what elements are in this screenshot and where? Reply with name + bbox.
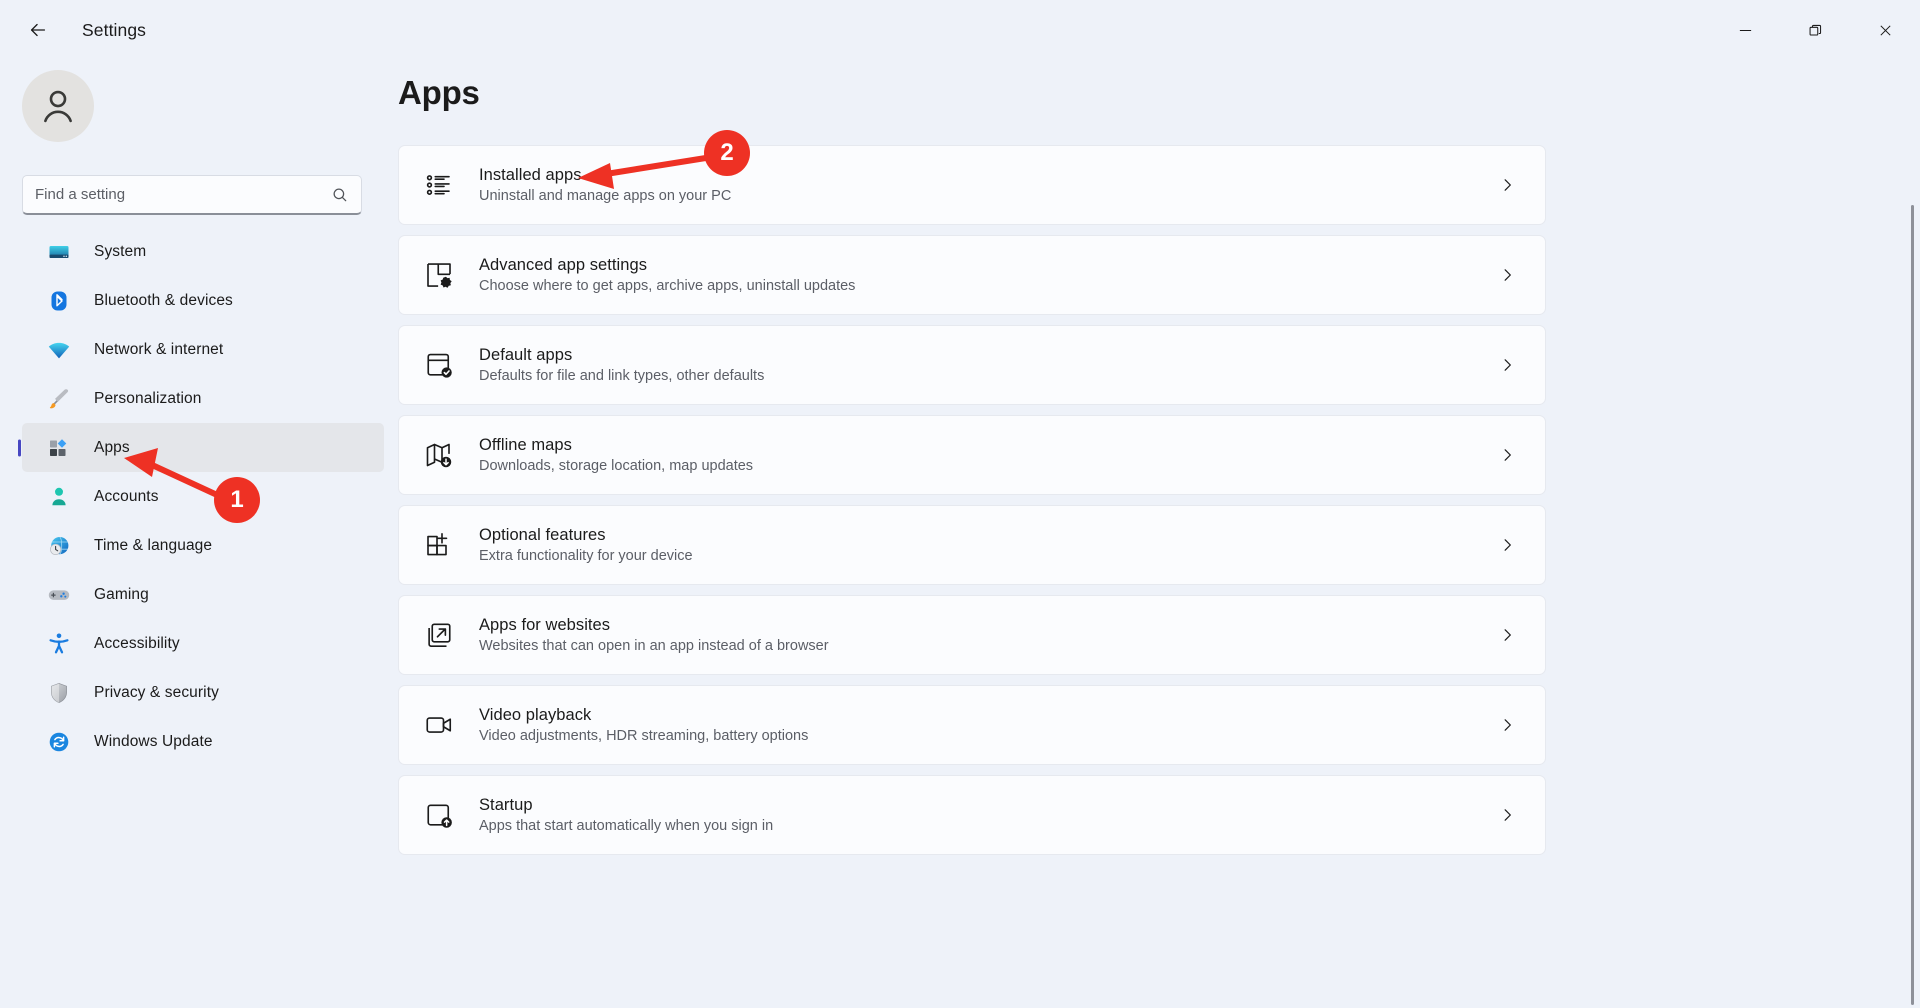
wifi-icon xyxy=(46,337,72,363)
card-startup[interactable]: Startup Apps that start automatically wh… xyxy=(398,775,1546,855)
bluetooth-icon xyxy=(46,288,72,314)
shield-icon xyxy=(46,680,72,706)
update-refresh-icon xyxy=(46,729,72,755)
sidebar-item-windows-update[interactable]: Windows Update xyxy=(22,717,384,766)
card-video-playback[interactable]: Video playback Video adjustments, HDR st… xyxy=(398,685,1546,765)
list-bullets-icon xyxy=(421,167,457,203)
sidebar-item-time-language[interactable]: Time & language xyxy=(22,521,384,570)
card-subtitle: Apps that start automatically when you s… xyxy=(479,817,773,837)
chevron-right-icon[interactable] xyxy=(1500,448,1515,463)
card-default-apps[interactable]: Default apps Defaults for file and link … xyxy=(398,325,1546,405)
card-apps-for-websites[interactable]: Apps for websites Websites that can open… xyxy=(398,595,1546,675)
sidebar-item-label: Bluetooth & devices xyxy=(94,292,233,310)
user-avatar-icon xyxy=(37,85,79,127)
search-input[interactable] xyxy=(35,186,331,203)
monitor-icon xyxy=(46,239,72,265)
card-title: Video playback xyxy=(479,704,808,726)
apps-icon xyxy=(46,435,72,461)
search-icon[interactable] xyxy=(331,186,349,204)
map-download-icon xyxy=(421,437,457,473)
startup-icon xyxy=(421,797,457,833)
restore-button[interactable] xyxy=(1780,0,1850,60)
avatar[interactable] xyxy=(22,70,94,142)
page-title: Apps xyxy=(398,74,480,112)
external-link-icon xyxy=(421,617,457,653)
close-button[interactable] xyxy=(1850,0,1920,60)
sidebar-item-gaming[interactable]: Gaming xyxy=(22,570,384,619)
card-installed-apps[interactable]: Installed apps Uninstall and manage apps… xyxy=(398,145,1546,225)
card-optional-features[interactable]: Optional features Extra functionality fo… xyxy=(398,505,1546,585)
card-offline-maps[interactable]: Offline maps Downloads, storage location… xyxy=(398,415,1546,495)
card-subtitle: Downloads, storage location, map updates xyxy=(479,457,753,477)
search-container xyxy=(22,175,362,215)
vertical-scrollbar[interactable] xyxy=(1908,205,1916,1008)
card-subtitle: Uninstall and manage apps on your PC xyxy=(479,187,731,207)
sidebar-item-bluetooth-devices[interactable]: Bluetooth & devices xyxy=(22,276,384,325)
sidebar-item-label: Network & internet xyxy=(94,341,223,359)
window-controls xyxy=(1710,0,1920,60)
sidebar-item-network-internet[interactable]: Network & internet xyxy=(22,325,384,374)
sidebar-item-privacy-security[interactable]: Privacy & security xyxy=(22,668,384,717)
sidebar-item-accessibility[interactable]: Accessibility xyxy=(22,619,384,668)
chevron-right-icon[interactable] xyxy=(1500,718,1515,733)
sidebar-item-label: Time & language xyxy=(94,537,212,555)
app-gear-icon xyxy=(421,257,457,293)
minimize-icon xyxy=(1738,23,1753,38)
card-title: Optional features xyxy=(479,524,693,546)
window-check-icon xyxy=(421,347,457,383)
chevron-right-icon[interactable] xyxy=(1500,808,1515,823)
back-arrow-icon xyxy=(27,19,49,41)
paintbrush-icon xyxy=(46,386,72,412)
card-title: Apps for websites xyxy=(479,614,829,636)
card-subtitle: Websites that can open in an app instead… xyxy=(479,637,829,657)
title-bar: Settings xyxy=(0,0,1920,60)
chevron-right-icon[interactable] xyxy=(1500,628,1515,643)
accessibility-icon xyxy=(46,631,72,657)
navigation-list: System Bluetooth & devices xyxy=(0,227,398,766)
card-subtitle: Extra functionality for your device xyxy=(479,547,693,567)
search-box[interactable] xyxy=(22,175,362,215)
card-advanced-app-settings[interactable]: Advanced app settings Choose where to ge… xyxy=(398,235,1546,315)
card-title: Advanced app settings xyxy=(479,254,855,276)
sidebar-item-label: Windows Update xyxy=(94,733,213,751)
card-subtitle: Defaults for file and link types, other … xyxy=(479,367,764,387)
app-title: Settings xyxy=(82,20,146,41)
settings-card-list: Installed apps Uninstall and manage apps… xyxy=(398,145,1548,865)
chevron-right-icon[interactable] xyxy=(1500,268,1515,283)
chevron-right-icon[interactable] xyxy=(1500,538,1515,553)
sidebar-item-accounts[interactable]: Accounts xyxy=(22,472,384,521)
clock-globe-icon xyxy=(46,533,72,559)
person-icon xyxy=(46,484,72,510)
settings-window: Settings xyxy=(0,0,1920,1008)
sidebar: System Bluetooth & devices xyxy=(0,60,398,1008)
video-camera-icon xyxy=(421,707,457,743)
sidebar-item-label: Gaming xyxy=(94,586,149,604)
close-icon xyxy=(1878,23,1893,38)
sidebar-item-apps[interactable]: Apps xyxy=(22,423,384,472)
scrollbar-thumb[interactable] xyxy=(1911,205,1914,1005)
sidebar-item-label: Privacy & security xyxy=(94,684,219,702)
card-subtitle: Video adjustments, HDR streaming, batter… xyxy=(479,727,808,747)
card-title: Installed apps xyxy=(479,164,731,186)
sidebar-item-label: Apps xyxy=(94,439,130,457)
card-subtitle: Choose where to get apps, archive apps, … xyxy=(479,277,855,297)
sidebar-item-label: System xyxy=(94,243,146,261)
sidebar-item-label: Personalization xyxy=(94,390,201,408)
card-title: Default apps xyxy=(479,344,764,366)
sidebar-item-label: Accessibility xyxy=(94,635,180,653)
chevron-right-icon[interactable] xyxy=(1500,358,1515,373)
restore-icon xyxy=(1808,23,1823,38)
sidebar-item-system[interactable]: System xyxy=(22,227,384,276)
card-title: Startup xyxy=(479,794,773,816)
chevron-right-icon[interactable] xyxy=(1500,178,1515,193)
grid-plus-icon xyxy=(421,527,457,563)
card-title: Offline maps xyxy=(479,434,753,456)
back-button[interactable] xyxy=(14,10,62,50)
sidebar-item-personalization[interactable]: Personalization xyxy=(22,374,384,423)
gamepad-icon xyxy=(46,582,72,608)
main-content: Apps Installed apps Uninstall and manage… xyxy=(398,60,1920,1008)
minimize-button[interactable] xyxy=(1710,0,1780,60)
sidebar-item-label: Accounts xyxy=(94,488,159,506)
